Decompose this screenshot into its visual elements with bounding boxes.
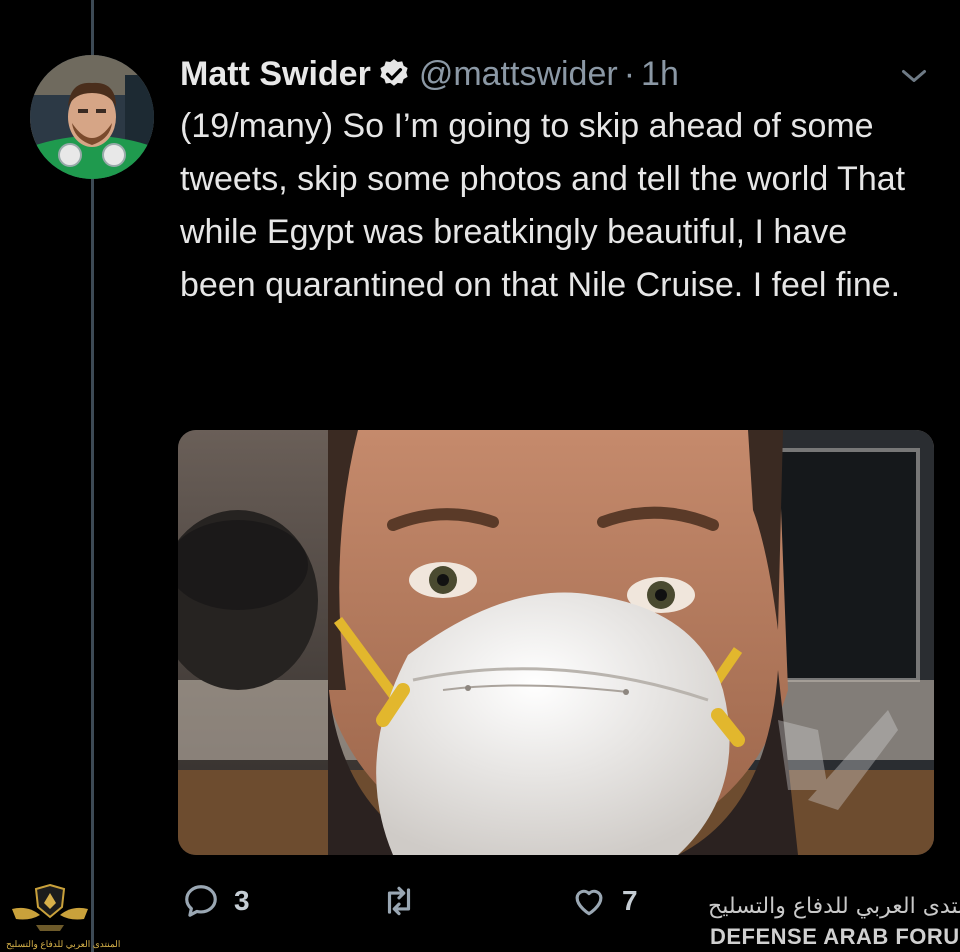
author-name[interactable]: Matt Swider — [180, 55, 371, 94]
tweet-header: Matt Swider @mattswider · 1h — [180, 50, 679, 98]
tweet-photo[interactable] — [178, 430, 934, 855]
author-handle[interactable]: @mattswider — [419, 55, 618, 94]
photo-selfie-masked-man — [178, 430, 934, 855]
like-count: 7 — [622, 885, 638, 916]
watermark-arabic: المنتدى العربي للدفاع والتسليح — [708, 894, 960, 919]
chevron-down-icon[interactable] — [896, 58, 932, 94]
separator-dot: · — [623, 54, 636, 93]
reply-icon — [185, 885, 217, 917]
reply-count: 3 — [234, 885, 250, 916]
retweet-icon — [387, 886, 411, 916]
tweet-text: (19/many) So I’m going to skip ahead of … — [180, 107, 906, 304]
timestamp[interactable]: 1h — [641, 55, 679, 94]
heart-icon — [575, 889, 603, 916]
watermark-small-text: المنتدى العربي للدفاع والتسليح — [6, 939, 121, 949]
reply-button[interactable]: 3 — [182, 882, 250, 920]
watermark-english: DEFENSE ARAB FORUM — [710, 924, 960, 949]
verified-badge-icon — [380, 59, 408, 86]
like-button[interactable]: 7 — [570, 882, 638, 920]
avatar[interactable] — [30, 55, 154, 179]
avatar-image — [30, 55, 154, 179]
retweet-button[interactable] — [380, 882, 432, 920]
